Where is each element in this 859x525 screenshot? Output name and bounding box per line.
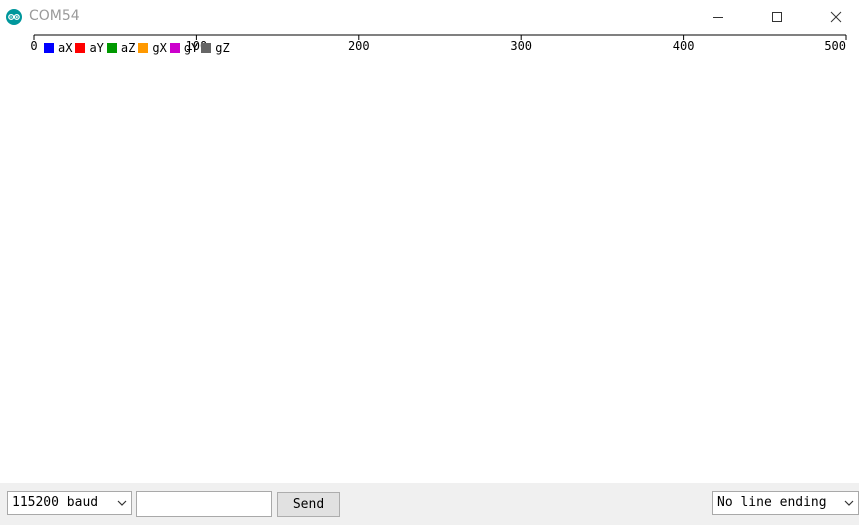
legend: aX aY aZ gX gY gZ <box>44 41 233 55</box>
legend-swatch <box>106 43 117 53</box>
legend-label: gZ <box>215 41 230 55</box>
legend-item-gz: gZ <box>201 41 230 55</box>
legend-swatch <box>44 43 54 53</box>
legend-label: aZ <box>120 41 136 55</box>
serial-input[interactable] <box>136 491 272 517</box>
legend-item-gx: gX <box>138 41 167 55</box>
chevron-down-icon <box>844 500 854 506</box>
window-title: COM54 <box>29 8 80 24</box>
x-tick-label: 200 <box>348 39 370 53</box>
legend-swatch <box>75 43 86 53</box>
line-ending-value: No line ending <box>717 495 827 510</box>
maximize-button[interactable] <box>754 0 800 33</box>
legend-item-ax: aX <box>44 41 72 55</box>
x-tick-label: 300 <box>510 39 532 53</box>
bottom-toolbar: 115200 baud Send No line ending <box>0 483 859 525</box>
maximize-icon <box>772 11 782 22</box>
legend-label: gX <box>152 41 167 55</box>
legend-label: gY <box>183 41 199 55</box>
chevron-down-icon <box>117 500 127 506</box>
plot-canvas: 0 100 200 300 400 500 <box>30 34 847 53</box>
legend-item-az: aZ <box>106 41 136 55</box>
baud-rate-value: 115200 baud <box>12 495 99 510</box>
legend-swatch <box>169 43 180 53</box>
minimize-icon <box>713 16 723 18</box>
legend-item-gy: gY <box>169 41 199 55</box>
close-icon <box>830 11 842 22</box>
x-tick-label: 500 <box>824 39 846 53</box>
legend-item-ay: aY <box>75 41 104 55</box>
x-tick-label: 400 <box>673 39 695 53</box>
line-ending-select[interactable]: No line ending <box>712 491 859 515</box>
baud-rate-select[interactable]: 115200 baud <box>7 491 132 515</box>
legend-swatch <box>138 43 149 53</box>
close-button[interactable] <box>813 0 859 33</box>
minimize-button[interactable] <box>695 0 741 33</box>
arduino-icon <box>6 9 22 25</box>
x-tick-label: 0 <box>30 39 37 53</box>
send-button[interactable]: Send <box>277 492 340 517</box>
serial-plotter: 0 100 200 300 400 500 aX aY aZ gX gY gZ <box>0 33 859 483</box>
legend-label: aY <box>89 41 104 55</box>
title-bar: COM54 <box>0 0 859 33</box>
legend-label: aX <box>58 41 73 55</box>
legend-swatch <box>201 43 212 53</box>
